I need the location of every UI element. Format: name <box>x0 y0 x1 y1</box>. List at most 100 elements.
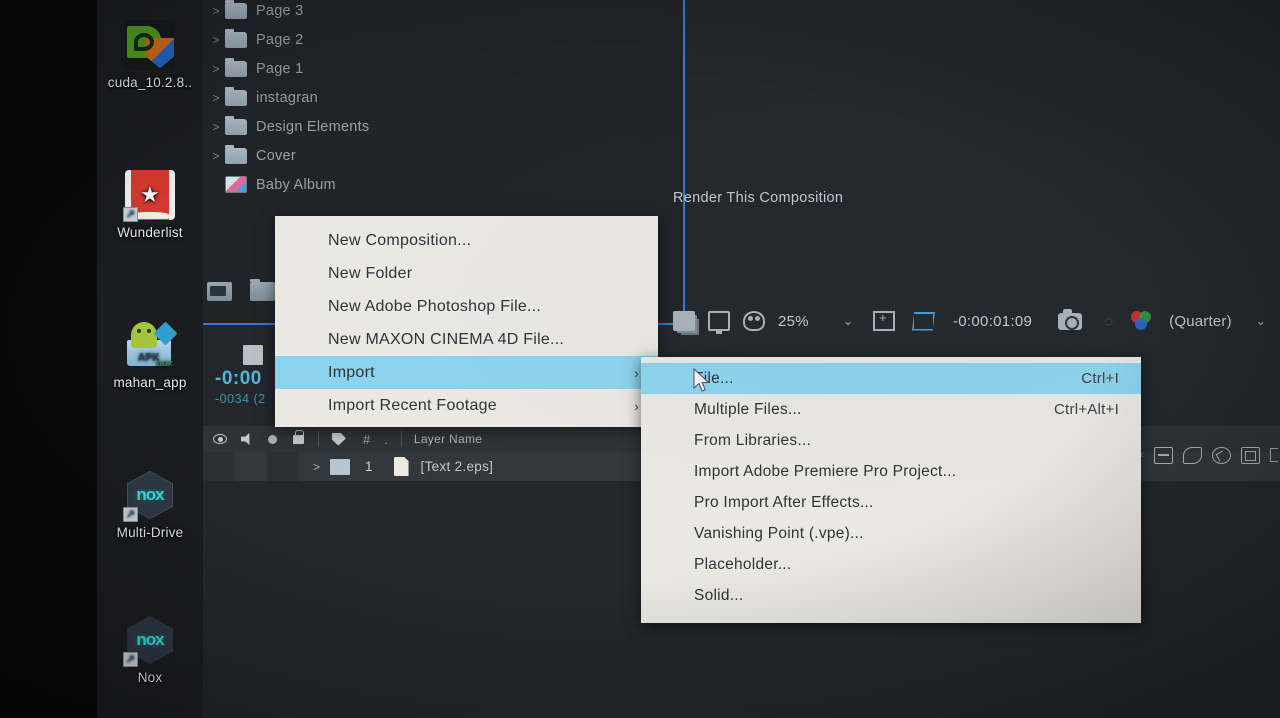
folder-icon <box>225 28 247 48</box>
tree-item-instagran[interactable]: > instagran <box>203 83 683 112</box>
layer-name-value[interactable]: [Text 2.eps] <box>421 459 494 474</box>
desktop-icon-cuda[interactable]: cuda_10.2.8.. <box>97 20 203 90</box>
monitor-icon[interactable] <box>708 311 730 334</box>
tree-item-label: instagran <box>256 89 318 106</box>
menu-item-label: New Composition... <box>328 231 472 249</box>
tree-item-cover[interactable]: > Cover <box>203 141 683 170</box>
menu-item-new-composition[interactable]: New Composition... <box>275 224 658 257</box>
video-visibility-icon[interactable] <box>213 434 227 444</box>
paint-icon[interactable] <box>1182 446 1202 464</box>
twirl-icon[interactable]: > <box>207 33 225 47</box>
nox-player-icon: nox ↗ <box>123 615 175 667</box>
twirl-icon[interactable]: > <box>207 91 225 105</box>
lock-icon[interactable] <box>293 429 304 444</box>
new-folder-icon[interactable] <box>250 279 275 301</box>
folder-icon <box>225 144 247 164</box>
screenshot-root: cuda_10.2.8.. ★ ↗ Wunderlist APK nox mah… <box>0 0 1280 718</box>
submenu-item-label: Import Adobe Premiere Pro Project... <box>694 462 957 480</box>
twirl-icon[interactable]: > <box>207 4 225 18</box>
tree-item-page-2[interactable]: > Page 2 <box>203 25 683 54</box>
resolution-value[interactable]: (Quarter) <box>1169 313 1232 330</box>
submenu-item-pro-import-after-effects[interactable]: Pro Import After Effects... <box>641 487 1141 518</box>
transparency-grid-icon[interactable] <box>912 311 935 331</box>
layer-name-header: Layer Name <box>413 432 483 446</box>
layer-index: 1 <box>365 459 373 474</box>
submenu-item-import-premiere-project[interactable]: Import Adobe Premiere Pro Project... <box>641 456 1141 487</box>
twirl-icon[interactable]: > <box>207 120 225 134</box>
chevron-down-icon[interactable]: ⌄ <box>1256 314 1266 328</box>
project-panel-footer <box>207 279 275 301</box>
submenu-item-label: Multiple Files... <box>694 400 802 418</box>
tree-item-label: Design Elements <box>256 118 370 135</box>
layer-label-color[interactable] <box>330 458 351 475</box>
submenu-item-label: From Libraries... <box>694 431 812 449</box>
folder-icon <box>225 0 247 19</box>
folder-icon <box>225 115 247 135</box>
twirl-icon[interactable]: > <box>207 62 225 76</box>
take-snapshot-stack-icon[interactable] <box>673 311 695 331</box>
roi-icon[interactable] <box>873 310 895 331</box>
roto-brush-icon[interactable] <box>1211 446 1231 464</box>
lock-switch-cell[interactable] <box>267 452 299 481</box>
composition-viewer-toolbar[interactable]: 25% ⌄ -0:00:01:09 ◌ (Quarter) ⌄ <box>673 298 1280 344</box>
windows-desktop: cuda_10.2.8.. ★ ↗ Wunderlist APK nox mah… <box>97 0 203 718</box>
menu-item-label: Import <box>328 363 375 381</box>
tree-item-baby-album[interactable]: Baby Album <box>203 170 683 199</box>
desktop-icon-nox[interactable]: nox ↗ Nox <box>97 615 203 685</box>
project-panel-extra-button[interactable] <box>243 345 263 365</box>
show-snapshot-icon[interactable]: ◌ <box>1104 313 1113 330</box>
submenu-item-label: Pro Import After Effects... <box>694 493 874 511</box>
twirl-icon[interactable]: > <box>207 149 225 163</box>
tree-item-page-3[interactable]: > Page 3 <box>203 0 683 25</box>
import-submenu[interactable]: File... Ctrl+I Multiple Files... Ctrl+Al… <box>641 357 1141 623</box>
zoom-level-value[interactable]: 25% <box>778 313 809 330</box>
project-context-menu[interactable]: New Composition... New Folder New Adobe … <box>275 216 658 427</box>
face-mask-icon[interactable] <box>743 311 765 331</box>
menu-item-label: New MAXON CINEMA 4D File... <box>328 330 565 348</box>
color-channels-icon[interactable] <box>1131 311 1153 331</box>
divider <box>318 431 319 447</box>
tree-item-page-1[interactable]: > Page 1 <box>203 54 683 83</box>
submenu-item-label: Solid... <box>694 586 744 604</box>
submenu-item-solid[interactable]: Solid... <box>641 580 1141 611</box>
nox-multidrive-icon: nox ↗ <box>123 470 175 522</box>
desktop-icon-label: Multi-Drive <box>116 525 184 540</box>
shortcut-arrow-icon: ↗ <box>123 507 138 522</box>
timeline-current-time[interactable]: -0:00 -0034 (2 <box>215 368 266 406</box>
submenu-item-file[interactable]: File... Ctrl+I <box>641 363 1141 394</box>
right-panel-icon-strip[interactable]: ‹ <box>1140 440 1280 470</box>
viewer-timecode[interactable]: -0:00:01:09 <box>953 313 1032 330</box>
menu-item-new-photoshop-file[interactable]: New Adobe Photoshop File... <box>275 290 658 323</box>
wunderlist-icon: ★ ↗ <box>123 170 175 222</box>
twirl-icon[interactable]: > <box>313 460 320 474</box>
submenu-item-from-libraries[interactable]: From Libraries... <box>641 425 1141 456</box>
audio-icon[interactable] <box>241 433 250 445</box>
submenu-item-multiple-files[interactable]: Multiple Files... Ctrl+Alt+I <box>641 394 1141 425</box>
submenu-item-placeholder[interactable]: Placeholder... <box>641 549 1141 580</box>
solo-icon[interactable] <box>268 434 277 444</box>
menu-item-new-cinema4d-file[interactable]: New MAXON CINEMA 4D File... <box>275 323 658 356</box>
desktop-icon-multi-drive[interactable]: nox ↗ Multi-Drive <box>97 470 203 540</box>
align-icon[interactable] <box>1153 446 1173 464</box>
menu-item-import-recent-footage[interactable]: Import Recent Footage › <box>275 389 658 422</box>
dot-header: . <box>384 431 388 447</box>
divider <box>400 431 402 447</box>
snapshot-camera-icon[interactable] <box>1058 308 1083 330</box>
submenu-item-shortcut: Ctrl+Alt+I <box>1053 401 1119 418</box>
desktop-icon-wunderlist[interactable]: ★ ↗ Wunderlist <box>97 170 203 240</box>
composition-icon <box>225 176 247 193</box>
tree-item-design-elements[interactable]: > Design Elements <box>203 112 683 141</box>
submenu-item-label: Placeholder... <box>694 555 792 573</box>
video-switch-cell[interactable] <box>203 452 235 481</box>
desktop-icon-mahan-app[interactable]: APK nox mahan_app <box>97 320 203 390</box>
menu-item-import[interactable]: Import › <box>275 356 658 389</box>
submenu-item-vanishing-point[interactable]: Vanishing Point (.vpe)... <box>641 518 1141 549</box>
panel-edge-icon[interactable] <box>1270 448 1278 462</box>
desktop-icon-label: mahan_app <box>113 375 187 390</box>
cube-3d-icon[interactable] <box>1240 446 1260 464</box>
chevron-down-icon[interactable]: ⌄ <box>843 314 853 328</box>
desktop-icon-label: Wunderlist <box>117 225 183 240</box>
new-composition-icon[interactable] <box>207 282 232 301</box>
menu-item-new-folder[interactable]: New Folder <box>275 257 658 290</box>
label-tag-icon[interactable] <box>332 432 346 446</box>
